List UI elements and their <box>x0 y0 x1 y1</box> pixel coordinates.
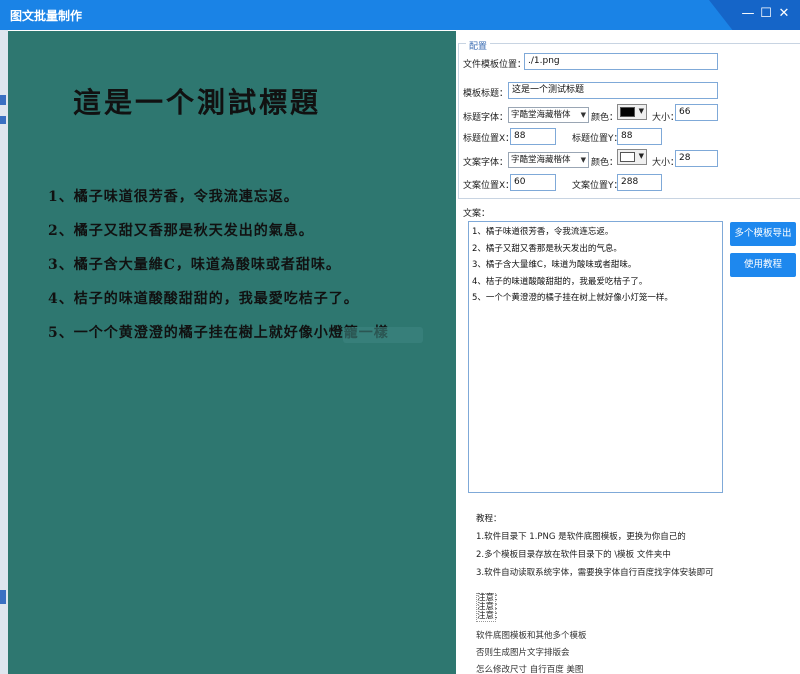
copy-label: 文案： <box>463 209 491 219</box>
config-group-legend: 配置 <box>466 39 491 52</box>
title-bar: 图文批量制作 — ☐ ✕ <box>0 0 800 30</box>
text-color-label: 颜色： <box>591 158 619 168</box>
title-size-field[interactable]: 66 <box>675 104 718 121</box>
text-y-label: 文案位置Y： <box>572 181 623 191</box>
copy-textarea[interactable]: 1、橘子味道很芳香，令我流连忘返。 2、橘子又甜又香那是秋天发出的气息。 3、橘… <box>468 221 723 493</box>
title-font-label: 标题字体： <box>463 113 509 123</box>
preview-text-line: 4、桔子的味道酸酸甜甜的，我最愛吃桔子了。 <box>48 291 359 307</box>
edge-marker <box>0 116 6 124</box>
copy-line: 4、桔子的味道酸酸甜甜的，我最爱吃桔子了。 <box>472 276 648 287</box>
text-y-field[interactable]: 288 <box>617 174 662 191</box>
template-path-label: 文件模板位置： <box>463 60 527 70</box>
watermark <box>343 327 423 343</box>
title-color-picker[interactable]: ▼ <box>617 104 647 120</box>
template-title-field[interactable]: 这是一个测试标题 <box>508 82 718 99</box>
title-color-label: 颜色： <box>591 113 619 123</box>
copy-line: 5、一个个黄澄澄的橘子挂在树上就好像小灯笼一样。 <box>472 293 673 303</box>
title-color-swatch <box>620 107 635 117</box>
tutorial-step: 1.软件目录下 1.PNG 是软件底图模板，更换为你自己的 <box>476 532 686 542</box>
preview-canvas: 這是一个測試標題 1、橘子味道很芳香，令我流連忘返。 2、橘子又甜又香那是秋天发… <box>8 31 456 674</box>
maximize-button[interactable]: ☐ <box>757 5 775 23</box>
note-label: 注意： <box>477 593 503 603</box>
chevron-down-icon: ▼ <box>580 156 586 164</box>
note-text: 软件底图模板和其他多个模板 <box>476 631 587 641</box>
template-path-field[interactable]: ./1.png <box>524 53 718 70</box>
preview-text-line: 5、一个个黄澄澄的橘子挂在樹上就好像小燈籠一樣 <box>48 325 389 341</box>
text-font-select[interactable]: 字酷堂海藏楷体 ▼ <box>508 152 589 168</box>
tutorial-step: 3.软件自动读取系统字体，需要换字体自行百度找字体安装即可 <box>476 568 714 578</box>
minimize-button[interactable]: — <box>739 5 757 23</box>
text-font-label: 文案字体： <box>463 158 509 168</box>
text-color-picker[interactable]: ▼ <box>617 149 647 165</box>
preview-text-line: 3、橘子含大量維C，味道為酸味或者甜味。 <box>48 257 341 273</box>
preview-text-line: 1、橘子味道很芳香，令我流連忘返。 <box>48 189 299 205</box>
preview-text-line: 2、橘子又甜又香那是秋天发出的氣息。 <box>48 223 314 239</box>
window-title: 图文批量制作 <box>10 9 83 23</box>
title-x-label: 标题位置X： <box>463 134 515 144</box>
chevron-down-icon: ▼ <box>638 152 644 160</box>
tutorial-heading: 教程： <box>476 514 502 524</box>
title-y-label: 标题位置Y： <box>572 134 623 144</box>
text-size-field[interactable]: 28 <box>675 150 718 167</box>
note-label: 注意： <box>477 602 503 612</box>
copy-line: 3、橘子含大量维C，味道为酸味或者甜味。 <box>472 260 637 270</box>
export-templates-button[interactable]: 多个模板导出 <box>730 222 796 246</box>
template-title-label: 模板标题： <box>463 89 509 99</box>
title-font-select[interactable]: 字酷堂海藏楷体 ▼ <box>508 107 589 123</box>
text-color-swatch <box>620 152 635 162</box>
chevron-down-icon: ▼ <box>638 107 644 115</box>
title-y-field[interactable]: 88 <box>617 128 662 145</box>
copy-line: 1、橘子味道很芳香，令我流连忘返。 <box>472 227 614 237</box>
note-text: 怎么修改尺寸 自行百度 美图 <box>476 665 584 674</box>
tutorial-button[interactable]: 使用教程 <box>730 253 796 277</box>
copy-line: 2、橘子又甜又香那是秋天发出的气息。 <box>472 243 622 254</box>
title-font-value: 字酷堂海藏楷体 <box>511 110 571 120</box>
note-text: 否则生成图片文字排版会 <box>476 648 570 658</box>
tutorial-step: 2.多个模板目录存放在软件目录下的 \模板 文件夹中 <box>476 550 671 560</box>
text-x-label: 文案位置X： <box>463 181 515 191</box>
chevron-down-icon: ▼ <box>580 111 586 119</box>
close-button[interactable]: ✕ <box>775 5 793 23</box>
title-x-field[interactable]: 88 <box>510 128 556 145</box>
text-font-value: 字酷堂海藏楷体 <box>511 155 571 165</box>
text-x-field[interactable]: 60 <box>510 174 556 191</box>
edge-marker <box>0 95 6 105</box>
note-label: 注意： <box>477 611 503 621</box>
left-edge-strip <box>0 30 8 674</box>
text-fade-overlay <box>600 625 800 674</box>
edge-marker <box>0 590 6 604</box>
preview-title: 這是一个測試標題 <box>73 86 322 119</box>
